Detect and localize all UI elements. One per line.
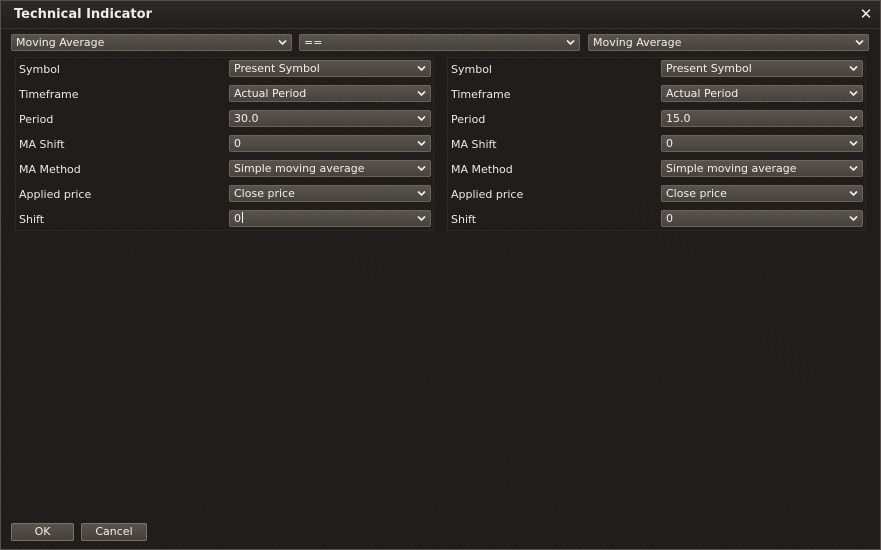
left-symbol-label: Symbol [19, 63, 60, 76]
right-shift-value: 0 [666, 212, 673, 225]
left-ma-method-value: Simple moving average [234, 162, 365, 175]
left-shift-select[interactable]: 0 [229, 210, 431, 227]
left-ma-shift-select[interactable]: 0 [229, 135, 431, 152]
left-period-value: 30.0 [234, 112, 259, 125]
right-period-label: Period [451, 113, 486, 126]
chevron-down-icon [417, 140, 426, 147]
right-indicator-value: Moving Average [593, 36, 682, 49]
left-ma-method-label: MA Method [19, 163, 81, 176]
operator-select[interactable]: == [299, 34, 580, 51]
right-ma-method-select[interactable]: Simple moving average [661, 160, 863, 177]
left-ma-shift-label: MA Shift [19, 138, 65, 151]
left-indicator-select[interactable]: Moving Average [11, 34, 292, 51]
right-ma-method-label: MA Method [451, 163, 513, 176]
left-period-select[interactable]: 30.0 [229, 110, 431, 127]
left-applied-price-select[interactable]: Close price [229, 185, 431, 202]
right-symbol-value: Present Symbol [666, 62, 752, 75]
right-applied-price-label: Applied price [451, 188, 524, 201]
dialog-title: Technical Indicator [14, 7, 152, 22]
right-timeframe-select[interactable]: Actual Period [661, 85, 863, 102]
chevron-down-icon [417, 215, 426, 222]
left-period-label: Period [19, 113, 54, 126]
chevron-down-icon [849, 115, 858, 122]
chevron-down-icon [849, 140, 858, 147]
right-applied-price-select[interactable]: Close price [661, 185, 863, 202]
ok-button[interactable]: OK [11, 523, 74, 541]
chevron-down-icon [849, 215, 858, 222]
right-timeframe-value: Actual Period [666, 87, 739, 100]
right-ma-shift-value: 0 [666, 137, 673, 150]
chevron-down-icon [566, 39, 575, 46]
right-symbol-select[interactable]: Present Symbol [661, 60, 863, 77]
chevron-down-icon [417, 90, 426, 97]
right-timeframe-label: Timeframe [451, 88, 511, 101]
left-symbol-value: Present Symbol [234, 62, 320, 75]
right-ma-method-value: Simple moving average [666, 162, 797, 175]
chevron-down-icon [278, 39, 287, 46]
left-symbol-select[interactable]: Present Symbol [229, 60, 431, 77]
cancel-button[interactable]: Cancel [81, 523, 147, 541]
right-period-value: 15.0 [666, 112, 691, 125]
technical-indicator-dialog: Technical Indicator ✕ Moving Average == … [0, 0, 881, 550]
right-symbol-label: Symbol [451, 63, 492, 76]
left-timeframe-value: Actual Period [234, 87, 307, 100]
right-period-select[interactable]: 15.0 [661, 110, 863, 127]
left-ma-method-select[interactable]: Simple moving average [229, 160, 431, 177]
left-ma-shift-value: 0 [234, 137, 241, 150]
chevron-down-icon [849, 190, 858, 197]
left-timeframe-select[interactable]: Actual Period [229, 85, 431, 102]
chevron-down-icon [849, 65, 858, 72]
chevron-down-icon [849, 90, 858, 97]
right-ma-shift-select[interactable]: 0 [661, 135, 863, 152]
left-timeframe-label: Timeframe [19, 88, 79, 101]
left-shift-value-wrap: 0 [234, 212, 243, 225]
left-shift-label: Shift [19, 213, 45, 226]
right-indicator-select[interactable]: Moving Average [588, 34, 869, 51]
text-caret [242, 212, 243, 223]
chevron-down-icon [417, 65, 426, 72]
right-applied-price-value: Close price [666, 187, 727, 200]
close-icon[interactable]: ✕ [858, 6, 874, 22]
chevron-down-icon [417, 165, 426, 172]
right-ma-shift-label: MA Shift [451, 138, 497, 151]
operator-value: == [304, 36, 323, 49]
left-indicator-value: Moving Average [16, 36, 105, 49]
title-bar: Technical Indicator ✕ [1, 1, 880, 29]
right-shift-select[interactable]: 0 [661, 210, 863, 227]
chevron-down-icon [855, 39, 864, 46]
left-applied-price-label: Applied price [19, 188, 92, 201]
left-applied-price-value: Close price [234, 187, 295, 200]
left-shift-value: 0 [234, 212, 241, 225]
chevron-down-icon [417, 190, 426, 197]
chevron-down-icon [417, 115, 426, 122]
right-shift-label: Shift [451, 213, 477, 226]
chevron-down-icon [849, 165, 858, 172]
